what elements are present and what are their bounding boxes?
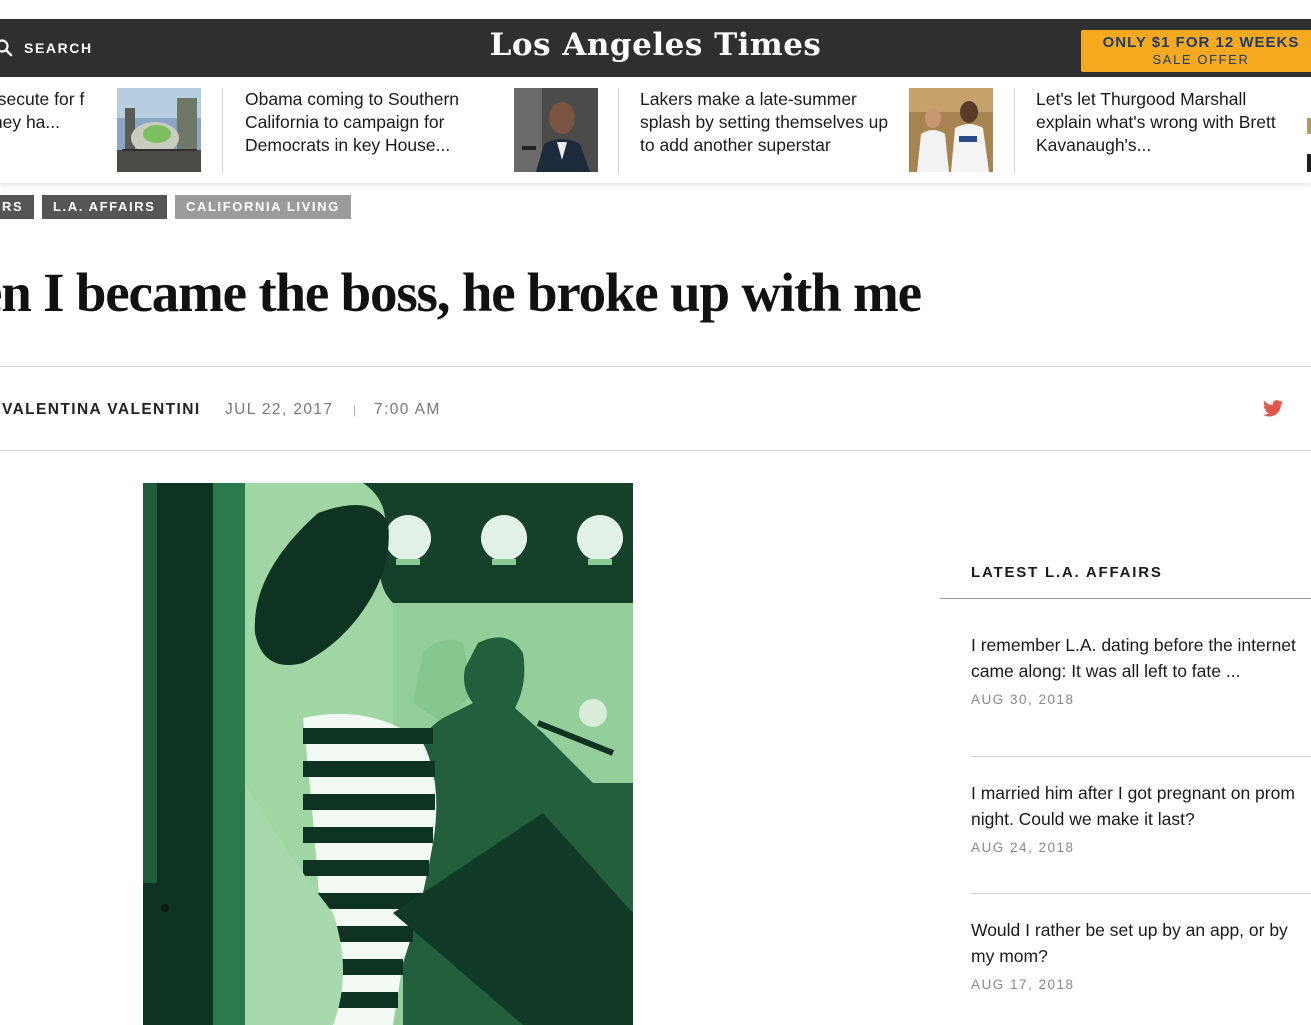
sidebar-item-rule xyxy=(971,756,1311,757)
subscription-offer-button[interactable]: ONLY $1 FOR 12 WEEKS SALE OFFER xyxy=(1081,30,1311,72)
twitter-icon xyxy=(1262,400,1284,417)
top-story-text: Lakers make a late-summer splash by sett… xyxy=(640,89,889,155)
offer-main-text: ONLY $1 FOR 12 WEEKS xyxy=(1102,34,1300,51)
top-story-item[interactable]: osecute for f they ha... xyxy=(0,77,210,183)
section-tag-la-affairs[interactable]: L.A. AFFAIRS xyxy=(42,195,167,219)
article-date: JUL 22, 2017 xyxy=(225,401,334,418)
top-stories-strip: osecute for f they ha... Obama coming to… xyxy=(0,77,1311,183)
top-story-item[interactable]: Obama coming to Southern California to c… xyxy=(222,77,618,183)
top-story-text: osecute for f they ha... xyxy=(0,89,85,132)
sidebar-title-rule xyxy=(940,598,1311,599)
site-header: SEARCH Los Angeles Times ONLY $1 FOR 12 … xyxy=(0,19,1311,77)
offer-sub-text: SALE OFFER xyxy=(1152,52,1250,67)
sidebar-item[interactable]: I remember L.A. dating before the intern… xyxy=(971,632,1301,707)
section-tag-california-living[interactable]: CALIFORNIA LIVING xyxy=(175,195,351,219)
sidebar-item-date: AUG 17, 2018 xyxy=(971,977,1075,992)
sidebar-item-title: I married him after I got pregnant on pr… xyxy=(971,783,1295,829)
sidebar-item-date: AUG 24, 2018 xyxy=(971,840,1075,855)
top-story-item[interactable]: Let's let Thurgood Marshall explain what… xyxy=(1014,77,1311,183)
article-headline-text: en I became the boss, he broke up with m… xyxy=(0,262,922,323)
top-story-text: Let's let Thurgood Marshall explain what… xyxy=(1036,89,1276,155)
byline-top-rule xyxy=(0,366,1311,367)
sidebar-item[interactable]: I married him after I got pregnant on pr… xyxy=(971,780,1301,855)
story-thumbnail xyxy=(514,88,598,172)
sidebar-item-rule xyxy=(971,893,1311,894)
article-headline: en I became the boss, he broke up with m… xyxy=(0,260,1311,326)
sidebar-item-title: I remember L.A. dating before the intern… xyxy=(971,635,1296,681)
twitter-share-button[interactable] xyxy=(1262,399,1284,419)
byline-bottom-rule xyxy=(0,450,1311,451)
sidebar-item-title: Would I rather be set up by an app, or b… xyxy=(971,920,1288,966)
byline-separator: | xyxy=(353,403,358,417)
sidebar-item[interactable]: Would I rather be set up by an app, or b… xyxy=(971,917,1301,992)
article-time: 7:00 AM xyxy=(374,401,441,418)
section-tag[interactable]: RS xyxy=(0,195,35,219)
sidebar-item-date: AUG 30, 2018 xyxy=(971,692,1075,707)
story-thumbnail xyxy=(117,88,201,172)
article-author[interactable]: VALENTINA VALENTINI xyxy=(2,400,201,420)
top-story-text: Obama coming to Southern California to c… xyxy=(245,89,460,155)
story-thumbnail xyxy=(1305,88,1311,172)
article-illustration xyxy=(143,483,633,1025)
top-story-item[interactable]: Lakers make a late-summer splash by sett… xyxy=(618,77,1014,183)
story-thumbnail xyxy=(909,88,993,172)
sidebar-title: LATEST L.A. AFFAIRS xyxy=(971,564,1163,581)
